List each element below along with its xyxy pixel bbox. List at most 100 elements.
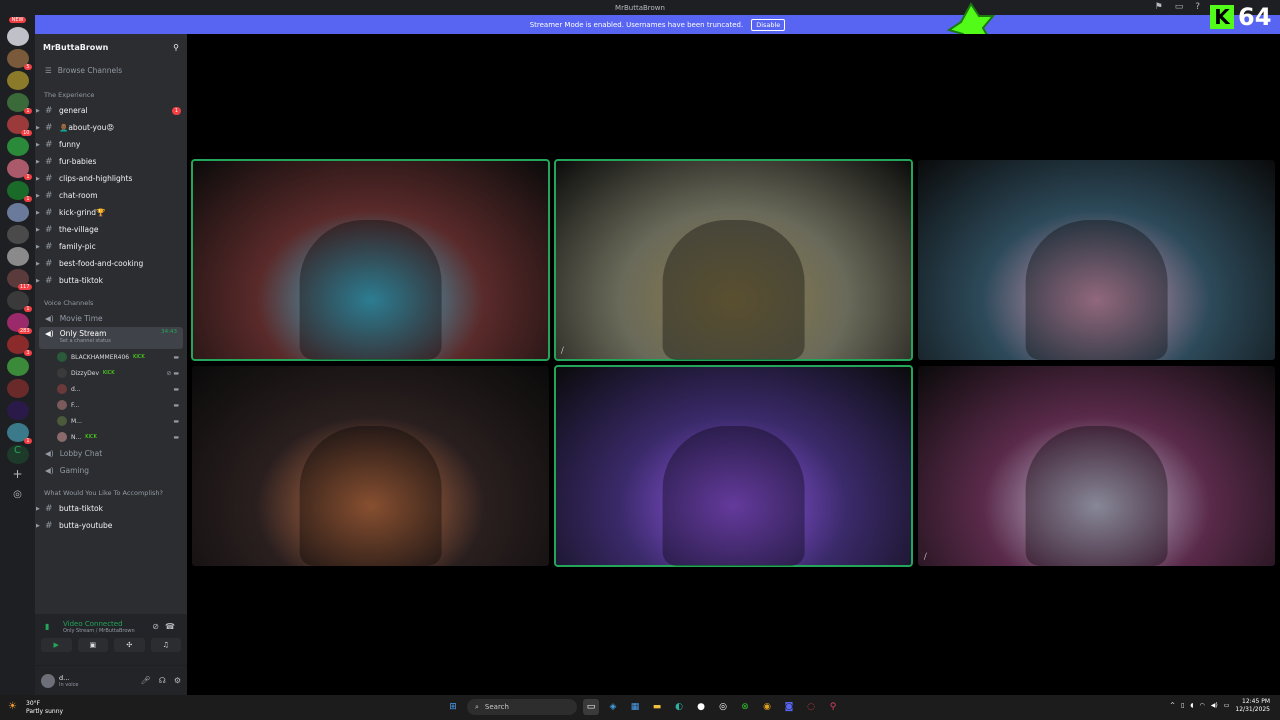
taskbar-apps: ⊞ ⌕ Search ▭ ◈ ▦ ▬ ◐ ● ◎ ⊗ ◉ ◙ ◌ ⚲ <box>445 699 841 715</box>
channel-item[interactable]: ▶ # 👨🏾‍🦲about-you😡 <box>35 119 187 136</box>
video-tile[interactable] <box>192 366 549 566</box>
category-the-experience[interactable]: The Experience <box>35 81 187 102</box>
voice-member[interactable]: d... ▬ <box>35 381 187 397</box>
server-icon[interactable]: 117 <box>6 269 32 290</box>
server-icon[interactable]: 283 <box>6 313 32 334</box>
avatar <box>57 368 67 378</box>
clock[interactable]: 12:45 PM 12/31/2025 <box>1235 698 1270 714</box>
hash-icon: # <box>45 275 53 286</box>
user-name: d... <box>59 673 70 682</box>
windows-start-icon[interactable]: ⊞ <box>445 699 461 715</box>
server-icon[interactable]: 3 <box>6 335 32 356</box>
battery-icon[interactable]: ▭ <box>1224 702 1230 709</box>
voice-member[interactable]: M... ▬ <box>35 413 187 429</box>
video-tile[interactable]: ⧸ <box>918 366 1275 566</box>
activities-button[interactable]: ✣ <box>114 638 145 652</box>
camera-button[interactable]: ▶ <box>41 638 72 652</box>
server-icon[interactable]: 1 <box>6 181 32 202</box>
server-icon[interactable] <box>6 247 29 266</box>
server-icon[interactable] <box>6 71 29 90</box>
server-icon[interactable]: 1 <box>6 423 32 444</box>
server-icon[interactable] <box>6 379 29 398</box>
voice-member[interactable]: DizzyDev KICK ⊘ ▬ <box>35 365 187 381</box>
server-icon[interactable]: C <box>6 445 29 464</box>
file-explorer-icon[interactable]: ▬ <box>649 699 665 715</box>
browse-channels[interactable]: ☰ Browse Channels <box>35 60 187 81</box>
store-icon[interactable]: ▦ <box>627 699 643 715</box>
edge-icon[interactable]: ◐ <box>671 699 687 715</box>
channel-item[interactable]: ▶ # fur-babies <box>35 153 187 170</box>
chrome-icon[interactable]: ◉ <box>759 699 775 715</box>
help-icon[interactable]: ? <box>1195 2 1200 12</box>
video-tile[interactable] <box>918 160 1275 360</box>
channel-item[interactable]: ▶ # kick-grind🏆 <box>35 204 187 221</box>
app-icon[interactable]: ◌ <box>803 699 819 715</box>
channel-item[interactable]: ▶ # general 1 <box>35 102 187 119</box>
kick-count: 64 <box>1238 3 1272 31</box>
channel-item[interactable]: ▶ # the-village <box>35 221 187 238</box>
channel-item[interactable]: ▶ # butta-tiktok <box>35 272 187 289</box>
voice-channel-movie-time[interactable]: ◀) Movie Time <box>35 310 187 327</box>
video-tile[interactable] <box>554 365 913 567</box>
server-icon[interactable] <box>6 137 29 156</box>
add-member-icon[interactable]: ⚲ <box>173 43 179 52</box>
gear-icon[interactable]: ⚙ <box>174 676 181 685</box>
add-server-icon[interactable]: + <box>7 467 29 486</box>
avatar[interactable] <box>41 673 55 688</box>
volume-icon[interactable]: ◀) <box>1211 702 1218 709</box>
discover-icon[interactable]: ◎ <box>7 489 29 508</box>
channel-status[interactable]: Set a channel status <box>60 338 111 344</box>
headphones-icon[interactable]: ☊ <box>159 676 166 685</box>
voice-channel-lobby-chat[interactable]: ◀) Lobby Chat <box>35 445 187 462</box>
server-icon[interactable] <box>6 203 29 222</box>
voice-member[interactable]: N... KICK ▬ <box>35 429 187 445</box>
network-icon[interactable]: ▯ <box>1181 702 1184 709</box>
channel-item[interactable]: ▶ # best-food-and-cooking <box>35 255 187 272</box>
xbox-icon[interactable]: ⊗ <box>737 699 753 715</box>
inbox-icon[interactable]: ▭ <box>1175 2 1184 12</box>
channel-item[interactable]: ▶ # butta-youtube <box>35 517 187 534</box>
obs-icon[interactable]: ◎ <box>715 699 731 715</box>
voice-member[interactable]: BLACKHAMMER406 KICK ▬ <box>35 349 187 365</box>
voice-channel-only-stream[interactable]: ◀) Only Stream Set a channel status 34:43 <box>39 327 183 349</box>
disable-button[interactable]: Disable <box>751 18 786 31</box>
collapse-arrow-icon: ▶ <box>36 141 40 148</box>
noise-suppression-icon[interactable]: ⊘ <box>152 622 159 631</box>
video-tile[interactable]: ⧸ <box>554 159 913 361</box>
server-icon[interactable]: 1 <box>6 291 32 312</box>
server-icon[interactable] <box>6 401 29 420</box>
wifi-icon[interactable]: ◠ <box>1200 702 1205 709</box>
channel-name: kick-grind🏆 <box>59 208 106 217</box>
voice-member[interactable]: F... ▬ <box>35 397 187 413</box>
server-icon[interactable]: 1 <box>6 93 32 114</box>
home-server-icon[interactable] <box>6 27 29 46</box>
server-icon[interactable] <box>6 225 29 244</box>
pin-icon[interactable]: ⚑ <box>1155 2 1163 12</box>
mic-tray-icon[interactable]: ◖ <box>1190 702 1193 709</box>
disconnect-icon[interactable]: ☎ <box>165 622 175 631</box>
channel-item[interactable]: ▶ # chat-room <box>35 187 187 204</box>
microphone-icon[interactable]: 🎤︎ <box>141 676 151 685</box>
discord-icon[interactable]: ◙ <box>781 699 797 715</box>
task-view-icon[interactable]: ▭ <box>583 699 599 715</box>
voice-channel-gaming[interactable]: ◀) Gaming <box>35 462 187 479</box>
server-icon[interactable] <box>6 357 29 376</box>
video-tile[interactable] <box>191 159 550 361</box>
server-icon[interactable]: 10 <box>6 115 32 136</box>
media-icon[interactable]: ● <box>693 699 709 715</box>
screen-share-button[interactable]: ▣ <box>77 638 108 652</box>
copilot-icon[interactable]: ◈ <box>605 699 621 715</box>
server-icon[interactable]: 5 <box>6 49 32 70</box>
channel-item[interactable]: ▶ # family-pic <box>35 238 187 255</box>
soundboard-button[interactable]: ♫ <box>150 638 181 652</box>
channel-item[interactable]: ▶ # clips-and-highlights <box>35 170 187 187</box>
server-icon[interactable]: 1 <box>6 159 32 180</box>
channel-item[interactable]: ▶ # funny <box>35 136 187 153</box>
category-voice-channels[interactable]: Voice Channels <box>35 289 187 310</box>
guild-header[interactable]: MrButtaBrown ⚲ <box>35 34 187 60</box>
channel-item[interactable]: ▶ # butta-tiktok <box>35 500 187 517</box>
pin-map-icon[interactable]: ⚲ <box>825 699 841 715</box>
category-accomplish[interactable]: What Would You Like To Accomplish? <box>35 479 187 500</box>
chevron-up-icon[interactable]: ^ <box>1170 702 1175 709</box>
taskbar-search[interactable]: ⌕ Search <box>467 699 577 715</box>
